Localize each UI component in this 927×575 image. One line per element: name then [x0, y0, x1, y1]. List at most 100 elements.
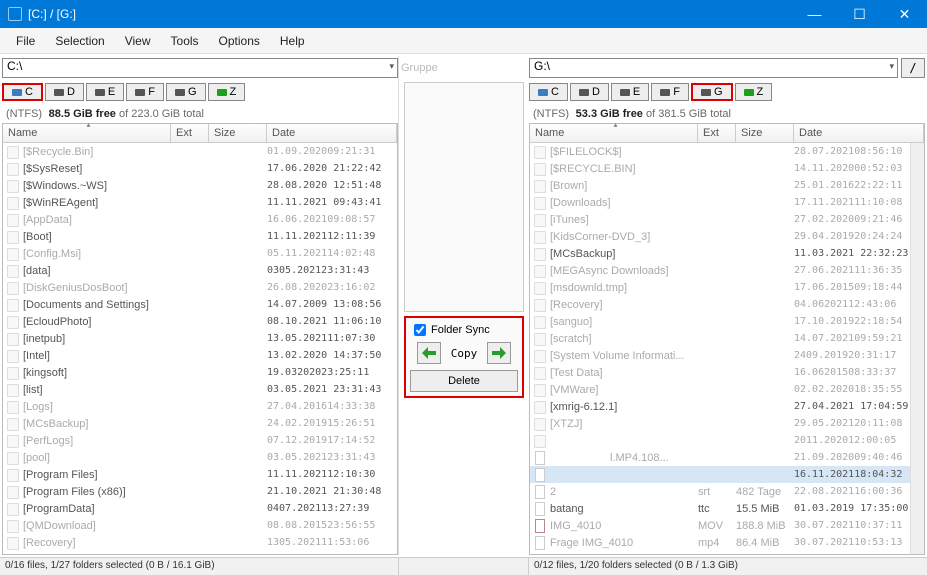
list-item[interactable]: 16.11.202118:04:32 [530, 466, 924, 483]
copy-left-button[interactable] [417, 342, 441, 364]
col-name[interactable]: Name▴ [3, 124, 171, 142]
list-item[interactable]: [XTZJ]29.05.202120:11:08 [530, 415, 924, 432]
list-item[interactable]: [data]0305.202123:31:43 [3, 262, 397, 279]
right-drive-bar: CDEFGZ [529, 82, 925, 102]
drive-button-d[interactable]: D [570, 83, 609, 101]
scrollbar[interactable] [910, 143, 924, 554]
list-item[interactable]: [pool]03.05.202123:31:43 [3, 449, 397, 466]
folder-icon [7, 434, 19, 448]
maximize-button[interactable]: ☐ [837, 0, 882, 28]
list-item[interactable]: [kingsoft]19.03202023:25:11 [3, 364, 397, 381]
minimize-button[interactable]: — [792, 0, 837, 28]
window-title: [C:] / [G:] [28, 7, 792, 21]
col-date[interactable]: Date [794, 124, 924, 142]
left-path-combo[interactable]: C:\ ▾ [2, 58, 398, 78]
list-item[interactable]: [$Windows.~WS]28.08.2020 12:51:48 [3, 177, 397, 194]
list-item[interactable]: [DiskGeniusDosBoot]26.08.202023:16:02 [3, 279, 397, 296]
list-item[interactable]: [$Recycle.Bin]01.09.202009:21:31 [3, 143, 397, 160]
list-item[interactable]: l.MP4.108...21.09.202009:40:46 [530, 449, 924, 466]
list-item[interactable]: [VMWare]02.02.202018:35:55 [530, 381, 924, 398]
root-button[interactable]: / [901, 58, 925, 78]
drive-button-d[interactable]: D [45, 83, 84, 101]
folder-sync-label: Folder Sync [431, 324, 490, 336]
drive-button-e[interactable]: E [611, 83, 649, 101]
folder-sync-checkbox[interactable] [414, 324, 426, 336]
list-item[interactable]: [Test Data]16.06201508:33:37 [530, 364, 924, 381]
delete-button[interactable]: Delete [410, 370, 518, 392]
drive-button-g[interactable]: G [166, 83, 206, 101]
folder-icon [7, 179, 19, 193]
copy-right-button[interactable] [487, 342, 511, 364]
list-item[interactable]: [inetpub]13.05.202111:07:30 [3, 330, 397, 347]
menu-options[interactable]: Options [209, 30, 270, 52]
list-item[interactable]: [Program Files (x86)]21.10.2021 21:30:48 [3, 483, 397, 500]
list-item[interactable]: [System Volume Informati...2409.201920:3… [530, 347, 924, 364]
drive-button-c[interactable]: C [2, 83, 43, 101]
left-file-list[interactable]: [$Recycle.Bin]01.09.202009:21:31[$SysRes… [2, 143, 398, 555]
list-item[interactable]: [Logs]27.04.201614:33:38 [3, 398, 397, 415]
list-item[interactable]: [AppData]16.06.202109:08:57 [3, 211, 397, 228]
col-ext[interactable]: Ext [698, 124, 736, 142]
list-item[interactable]: [Config.Msi]05.11.202114:02:48 [3, 245, 397, 262]
list-item[interactable]: IMG_4010MOV188.8 MiB30.07.202110:37:11 [530, 517, 924, 534]
folder-sync-checkbox-row[interactable]: Folder Sync [410, 324, 518, 336]
drive-button-z[interactable]: Z [735, 83, 773, 101]
col-name[interactable]: Name▴ [530, 124, 698, 142]
left-path-value: C:\ [7, 59, 22, 73]
list-item[interactable]: [MEGAsync Downloads]27.06.202111:36:35 [530, 262, 924, 279]
list-item[interactable]: [Downloads]17.11.202111:10:08 [530, 194, 924, 211]
right-list-header: Name▴ Ext Size Date [529, 123, 925, 143]
drive-button-g[interactable]: G [691, 83, 733, 101]
col-size[interactable]: Size [736, 124, 794, 142]
list-item[interactable]: [MCsBackup]11.03.2021 22:32:23 [530, 245, 924, 262]
list-item[interactable]: [list]03.05.2021 23:31:43 [3, 381, 397, 398]
list-item[interactable]: [iTunes]27.02.202009:21:46 [530, 211, 924, 228]
drive-button-e[interactable]: E [86, 83, 124, 101]
list-item[interactable]: [KidsCorner-DVD_3]29.04.201920:24:24 [530, 228, 924, 245]
drive-button-f[interactable]: F [651, 83, 689, 101]
list-item[interactable]: Frage IMG_4010mp486.4 MiB30.07.202110:53… [530, 534, 924, 551]
list-item[interactable]: [$FILELOCK$]28.07.202108:56:10 [530, 143, 924, 160]
col-date[interactable]: Date [267, 124, 397, 142]
menu-tools[interactable]: Tools [161, 30, 209, 52]
menu-help[interactable]: Help [270, 30, 315, 52]
list-item[interactable]: [PerfLogs]07.12.201917:14:52 [3, 432, 397, 449]
list-item[interactable]: [Intel]13.02.2020 14:37:50 [3, 347, 397, 364]
close-button[interactable]: ✕ [882, 0, 927, 28]
drive-button-c[interactable]: C [529, 83, 568, 101]
list-item[interactable]: [sanguo]17.10.201922:18:54 [530, 313, 924, 330]
folder-icon [7, 502, 19, 516]
list-item[interactable]: [Documents and Settings]14.07.2009 13:08… [3, 296, 397, 313]
col-ext[interactable]: Ext [171, 124, 209, 142]
drive-button-f[interactable]: F [126, 83, 164, 101]
col-size[interactable]: Size [209, 124, 267, 142]
list-item[interactable]: [$RECYCLE.BIN]14.11.202000:52:03 [530, 160, 924, 177]
menu-view[interactable]: View [115, 30, 161, 52]
list-item[interactable]: 2011.202012:00:05 [530, 432, 924, 449]
list-item[interactable]: [EcloudPhoto]08.10.2021 11:06:10 [3, 313, 397, 330]
list-item[interactable]: [xmrig-6.12.1]27.04.2021 17:04:59 [530, 398, 924, 415]
list-item[interactable]: [QMDownload]08.08.201523:56:55 [3, 517, 397, 534]
list-item[interactable]: [Program Files]11.11.202112:10:30 [3, 466, 397, 483]
drive-icon [660, 89, 670, 96]
right-file-list[interactable]: [$FILELOCK$]28.07.202108:56:10[$RECYCLE.… [529, 143, 925, 555]
list-item[interactable]: [msdownld.tmp]17.06.201509:18:44 [530, 279, 924, 296]
list-item[interactable]: [$WinREAgent]11.11.2021 09:43:41 [3, 194, 397, 211]
list-item[interactable]: [$SysReset]17.06.2020 21:22:42 [3, 160, 397, 177]
folder-icon [7, 451, 19, 465]
drive-button-z[interactable]: Z [208, 83, 246, 101]
list-item[interactable]: [Recovery]1305.202111:53:06 [3, 534, 397, 551]
menu-file[interactable]: File [6, 30, 45, 52]
menu-selection[interactable]: Selection [45, 30, 114, 52]
list-item[interactable]: [Recovery]04.06202112:43:06 [530, 296, 924, 313]
right-path-combo[interactable]: G:\ ▾ [529, 58, 898, 78]
folder-icon [7, 247, 19, 261]
list-item[interactable]: [scratch]14.07.202109:59:21 [530, 330, 924, 347]
list-item[interactable]: [MCsBackup]24.02.201915:26:51 [3, 415, 397, 432]
list-item[interactable]: [Brown]25.01.201622:22:11 [530, 177, 924, 194]
list-item[interactable]: batangttc15.5 MiB01.03.2019 17:35:00 [530, 500, 924, 517]
list-item[interactable]: 2srt482 Tage22.08.202116:00:36 [530, 483, 924, 500]
list-item[interactable]: [Boot]11.11.202112:11:39 [3, 228, 397, 245]
list-item[interactable]: [ProgramData]0407.202113:27:39 [3, 500, 397, 517]
folder-icon [534, 247, 546, 261]
